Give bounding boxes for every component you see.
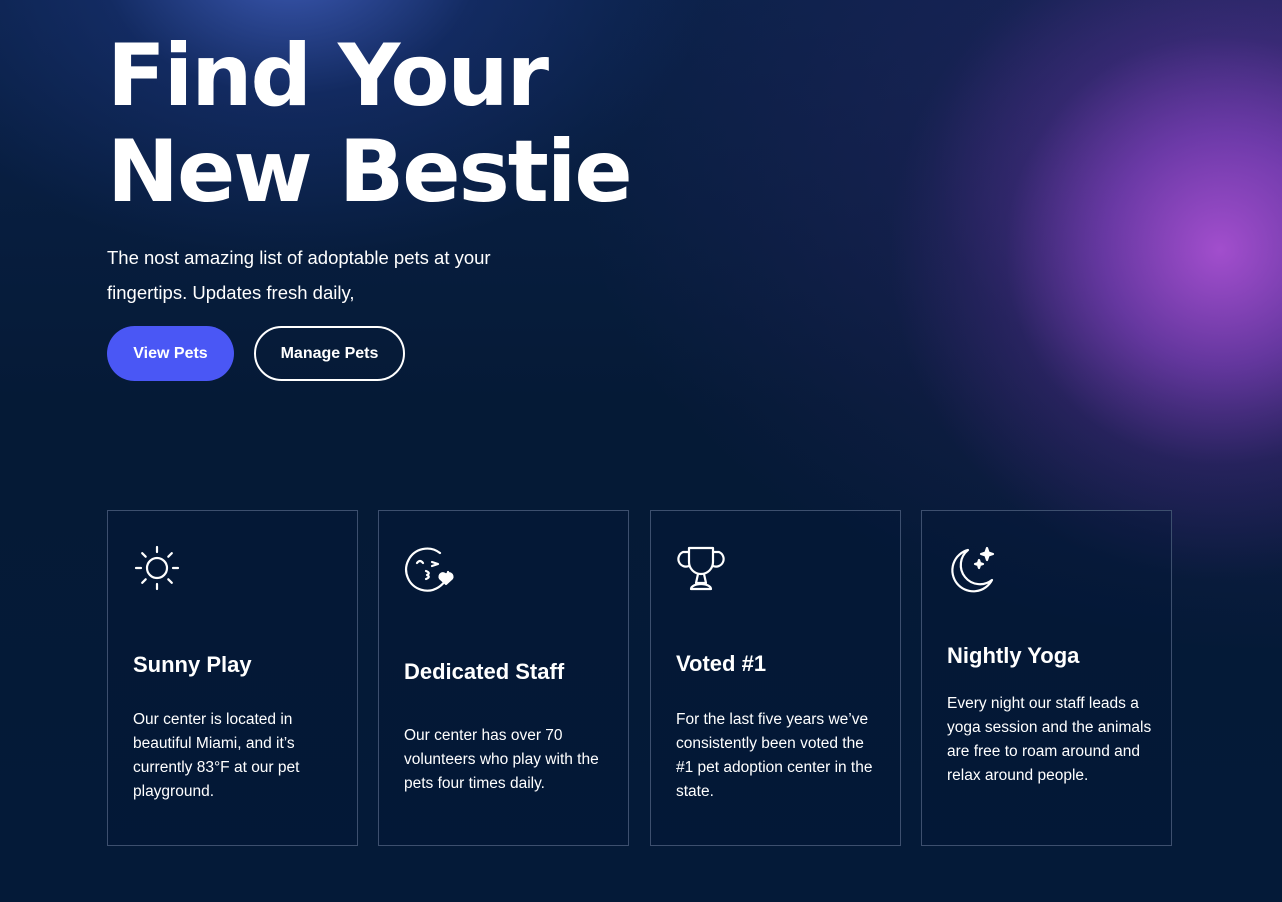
kiss-wink-heart-icon bbox=[404, 544, 456, 596]
hero-subtitle: The nost amazing list of adoptable pets … bbox=[107, 247, 491, 303]
sun-icon bbox=[133, 544, 185, 596]
hero-title-line-2: New Bestie bbox=[107, 122, 633, 222]
feature-description: Every night our staff leads a yoga sessi… bbox=[947, 695, 1152, 784]
trophy-icon bbox=[676, 544, 728, 596]
feature-card-nightly-yoga: Nightly Yoga Every night our staff leads… bbox=[921, 510, 1172, 846]
feature-description: Our center has over 70 volunteers who pl… bbox=[404, 727, 599, 792]
hero-title: Find Your New Bestie bbox=[107, 26, 633, 222]
feature-description: For the last five years we’ve consistent… bbox=[676, 711, 873, 800]
page: { "hero": { "title_line1": "Find Your", … bbox=[0, 0, 1282, 902]
feature-title: Nightly Yoga bbox=[947, 643, 1080, 668]
hero-title-line-1: Find Your bbox=[107, 26, 549, 126]
manage-pets-button[interactable]: Manage Pets bbox=[254, 326, 405, 381]
view-pets-button[interactable]: View Pets bbox=[107, 326, 234, 381]
moon-stars-icon bbox=[947, 544, 999, 596]
feature-card-voted-1: Voted #1 For the last five years we’ve c… bbox=[650, 510, 901, 846]
feature-description: Our center is located in beautiful Miami… bbox=[133, 711, 300, 800]
feature-title: Voted #1 bbox=[676, 651, 767, 676]
feature-title: Sunny Play bbox=[133, 652, 252, 677]
feature-title: Dedicated Staff bbox=[404, 659, 565, 684]
feature-card-sunny-play: Sunny Play Our center is located in beau… bbox=[107, 510, 358, 846]
feature-card-dedicated-staff: Dedicated Staff Our center has over 70 v… bbox=[378, 510, 629, 846]
